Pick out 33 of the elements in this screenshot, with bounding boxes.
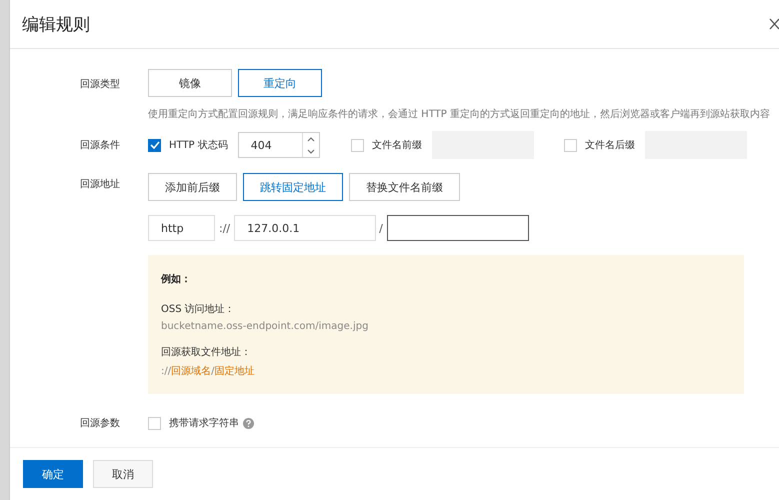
field-label: 回源参数 [79,416,121,430]
example-url: ://回源域名/固定地址 [161,364,256,378]
example-label: OSS 访问地址： [161,302,236,316]
path-field[interactable] [386,215,529,241]
option-button[interactable]: 添加前后缀 [148,173,237,201]
example-label: 回源获取文件地址： [161,346,252,359]
up-caret-icon[interactable] [306,136,315,142]
option-button[interactable]: 镜像 [148,69,232,97]
number-field[interactable]: 404 [238,132,320,158]
field-label: 回源条件 [79,139,121,152]
field-label: 回源类型 [79,78,121,92]
protocol-field[interactable]: http [148,215,215,241]
confirm-button[interactable]: 确定 [23,460,83,488]
option-button[interactable]: 重定向 [238,69,322,97]
option-button[interactable]: 替换文件名前缀 [349,173,460,201]
checkbox-label: 文件名前缀 [372,138,422,152]
host-field[interactable]: 127.0.0.1 [234,215,376,241]
down-caret-icon[interactable] [306,148,315,154]
hint-text: 使用重定向方式配置回源规则，满足响应条件的请求，会通过 HTTP 重定向的方式返回重定向的地址，然后浏览器或客户端再到源站获取内容 [148,108,770,121]
example-url: bucketname.oss-endpoint.com/image.jpg [161,321,370,332]
checkbox-label: 文件名后缀 [585,138,635,152]
dialog-title: 编辑规则 [22,14,90,36]
checkbox[interactable] [148,138,161,152]
example-title: 例如： [161,272,192,286]
help-icon[interactable] [243,418,254,428]
cancel-button[interactable]: 取消 [93,460,153,488]
separator-text: :// [219,222,230,234]
close-icon[interactable] [769,18,779,30]
checkbox-label: 携带请求字符串 [169,416,239,430]
field-label: 回源地址 [79,178,121,192]
separator-text: / [379,222,383,234]
option-button[interactable]: 跳转固定地址 [243,173,343,201]
checkbox-label: HTTP 状态码 [169,138,228,152]
